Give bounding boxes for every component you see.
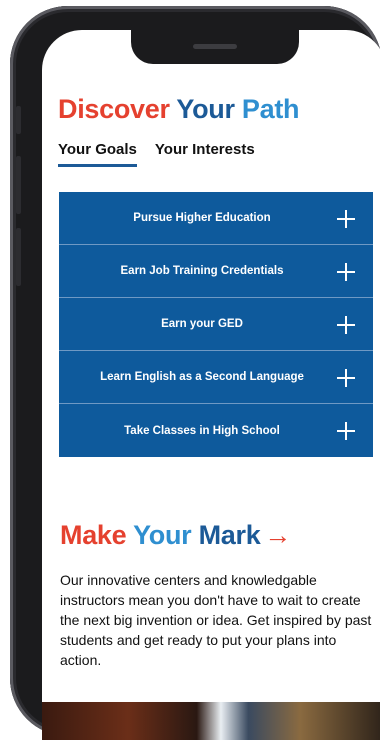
speaker-grille [193, 44, 237, 49]
heading-word-make: Make [60, 520, 127, 550]
goals-accordion: Pursue Higher Education Earn Job Trainin… [59, 192, 373, 457]
accordion-item-ged[interactable]: Earn your GED [59, 298, 373, 351]
tab-your-goals[interactable]: Your Goals [58, 141, 137, 167]
heading-word-your: Your [176, 94, 235, 124]
phone-screen: Discover Your Path Your Goals Your Inter… [42, 30, 380, 740]
heading-word-path: Path [241, 94, 300, 124]
accordion-item-label: Earn your GED [161, 318, 243, 330]
accordion-item-higher-education[interactable]: Pursue Higher Education [59, 192, 373, 245]
plus-icon[interactable] [337, 263, 355, 281]
mute-switch [16, 106, 21, 134]
notch [131, 30, 299, 64]
heading-word-discover: Discover [58, 94, 170, 124]
discover-your-path-heading: Discover Your Path [58, 94, 300, 125]
phone-frame: Discover Your Path Your Goals Your Inter… [10, 6, 380, 740]
plus-icon[interactable] [337, 210, 355, 228]
accordion-item-label: Learn English as a Second Language [100, 371, 304, 383]
tab-bar: Your Goals Your Interests [58, 141, 255, 167]
heading-word-your: Your [133, 520, 192, 550]
plus-icon[interactable] [337, 316, 355, 334]
plus-icon[interactable] [337, 422, 355, 440]
student-photo [42, 702, 380, 740]
volume-up-button [16, 156, 21, 214]
accordion-item-high-school[interactable]: Take Classes in High School [59, 404, 373, 457]
accordion-item-label: Earn Job Training Credentials [120, 265, 284, 277]
accordion-item-label: Take Classes in High School [124, 424, 280, 437]
accordion-item-label: Pursue Higher Education [133, 212, 271, 224]
accordion-item-job-training[interactable]: Earn Job Training Credentials [59, 245, 373, 298]
arrow-right-icon[interactable]: → [264, 520, 291, 550]
plus-icon[interactable] [337, 369, 355, 387]
accordion-item-esl[interactable]: Learn English as a Second Language [59, 351, 373, 404]
volume-down-button [16, 228, 21, 286]
make-your-mark-description: Our innovative centers and knowledgable … [60, 572, 372, 668]
heading-word-mark: Mark [198, 520, 261, 550]
make-your-mark-heading[interactable]: Make Your Mark → [60, 520, 291, 551]
tab-your-interests[interactable]: Your Interests [155, 141, 255, 167]
